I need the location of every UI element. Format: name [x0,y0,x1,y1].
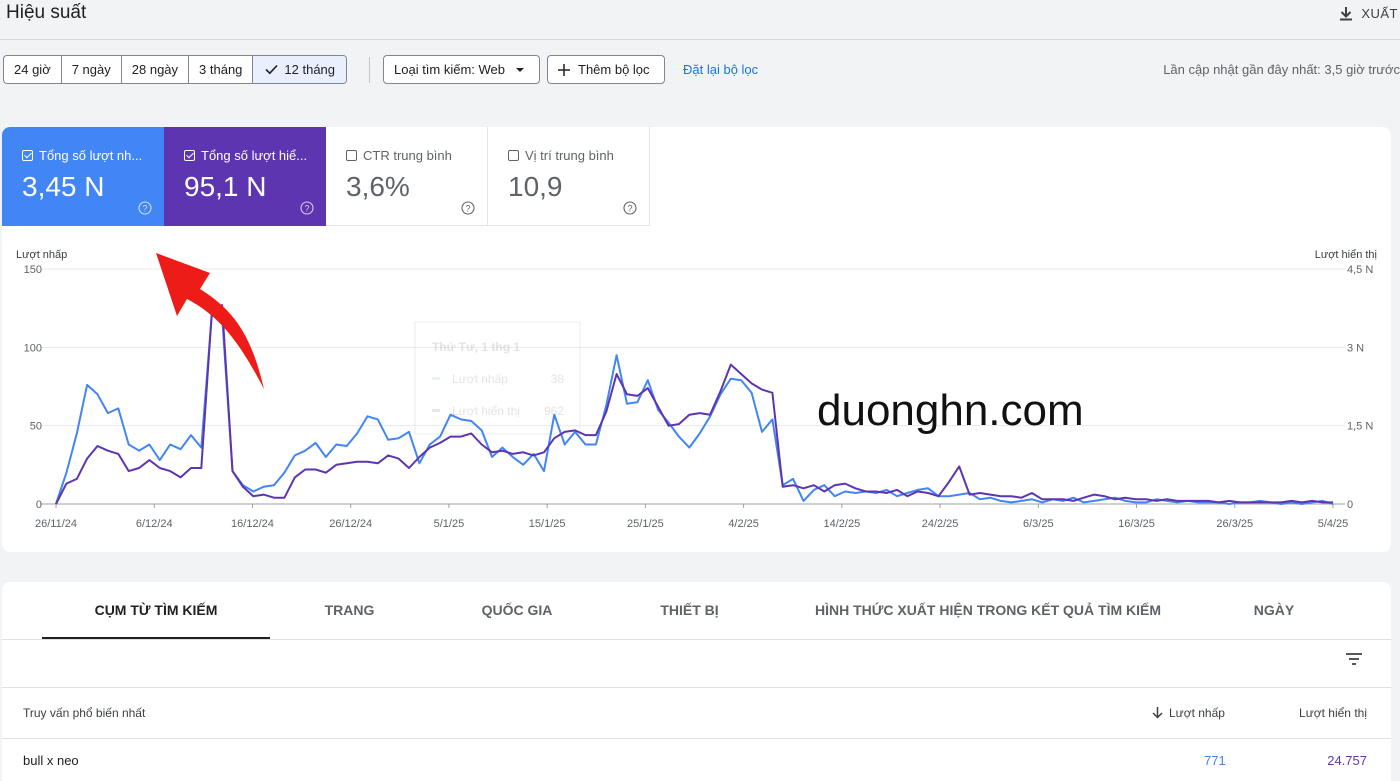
performance-chart[interactable]: Lượt nhấp Lượt hiển thị 150 4,5 N 100 3 N 50… [2,127,1391,552]
tab-queries[interactable]: CỤM TỪ TÌM KIẾM [42,582,270,639]
right-axis-label: Lượt hiển thị [1315,249,1377,261]
tooltip-row-value: 38 [551,372,565,386]
filter-bar: 24 giờ 7 ngày 28 ngày 3 tháng 12 tháng L… [0,55,1400,85]
date-range-selector: 24 giờ 7 ngày 28 ngày 3 tháng 12 tháng [3,55,348,84]
last-updated-text: Lần cập nhật gần đây nhất: 3,5 giờ trước [1163,62,1400,77]
row-query[interactable]: bull x neo [23,753,79,768]
clicks-header-label: Lượt nhấp [1169,706,1225,720]
x-tick-label: 16/3/25 [1118,518,1155,530]
plus-icon [558,63,570,76]
x-tick-label: 16/12/24 [231,518,274,530]
page-header: Hiệu suất XUẤT [0,0,1400,40]
reset-filters-link[interactable]: Đặt lại bộ lọc [683,62,758,77]
x-tick-label: 14/2/25 [823,518,860,530]
tab-countries[interactable]: QUỐC GIA [462,582,572,639]
tooltip-date: Thứ Tư, 1 thg 1 [432,340,520,354]
left-axis-label: Lượt nhấp [16,249,67,261]
x-tick-label: 5/1/25 [434,518,465,530]
performance-card: Tổng số lượt nh... 3,45 N ? Tổng số lượt… [2,127,1391,552]
table-divider [2,687,1391,688]
export-button[interactable]: XUẤT [1339,2,1398,24]
divider [369,57,370,83]
column-header-query: Truy vấn phổ biến nhất [23,706,146,720]
watermark: duonghn.com [817,386,1084,435]
date-range-12m[interactable]: 12 tháng [253,56,347,83]
column-header-impressions[interactable]: Lượt hiển thị [1299,706,1367,720]
y-tick-label-right: 4,5 N [1347,264,1373,276]
date-range-28d[interactable]: 28 ngày [122,56,190,83]
tab-pages[interactable]: TRANG [302,582,397,639]
details-card: CỤM TỪ TÌM KIẾM TRANG QUỐC GIA THIẾT BỊ … [2,582,1391,781]
x-tick-label: 6/3/25 [1023,518,1054,530]
y-tick-label-left: 50 [30,421,42,433]
download-icon [1340,6,1353,20]
y-tick-label-right: 0 [1347,499,1353,511]
x-tick-label: 26/3/25 [1216,518,1253,530]
add-filter-button[interactable]: Thêm bộ lọc [547,55,665,84]
page-title: Hiệu suất [6,2,87,23]
row-clicks: 771 [1204,753,1226,768]
add-filter-label: Thêm bộ lọc [578,62,650,77]
tooltip-row-label: Lượt nhấp [452,372,508,386]
y-tick-label-left: 100 [24,342,42,354]
tab-dates[interactable]: NGÀY [1234,582,1314,639]
search-type-label: Loại tìm kiếm: Web [394,62,506,77]
tooltip-row-label: Lượt hiển thị [452,404,520,418]
tab-search-appearance[interactable]: HÌNH THỨC XUẤT HIỆN TRONG KẾT QUẢ TÌM KI… [814,582,1162,639]
x-tick-label: 24/2/25 [922,518,959,530]
tab-devices[interactable]: THIẾT BỊ [642,582,737,639]
sort-arrow-down-icon [1152,707,1163,719]
tabs-divider [2,639,1391,640]
x-tick-label: 26/12/24 [329,518,372,530]
red-arrow-icon [156,253,264,389]
y-tick-label-right: 1,5 N [1347,421,1373,433]
y-tick-label-right: 3 N [1347,342,1364,354]
y-tick-label-left: 150 [24,264,42,276]
x-tick-label: 25/1/25 [627,518,664,530]
column-header-clicks[interactable]: Lượt nhấp [1152,706,1225,720]
row-divider [2,738,1391,739]
date-range-24h[interactable]: 24 giờ [4,56,62,83]
row-impressions: 24.757 [1327,753,1367,768]
x-tick-label: 15/1/25 [529,518,566,530]
date-range-7d[interactable]: 7 ngày [62,56,122,83]
x-tick-label: 26/11/24 [35,518,77,530]
series-line-impressions [55,304,1333,505]
x-tick-label: 5/4/25 [1318,518,1349,530]
filter-rows-icon[interactable] [1345,652,1363,666]
export-label: XUẤT [1361,5,1398,21]
y-tick-label-left: 0 [36,499,42,511]
search-type-dropdown[interactable]: Loại tìm kiếm: Web [383,55,540,84]
check-icon [265,64,278,75]
x-tick-label: 4/2/25 [728,518,759,530]
date-range-3m[interactable]: 3 tháng [189,56,254,83]
dropdown-arrow-icon [516,67,525,72]
x-tick-label: 6/12/24 [136,518,173,530]
